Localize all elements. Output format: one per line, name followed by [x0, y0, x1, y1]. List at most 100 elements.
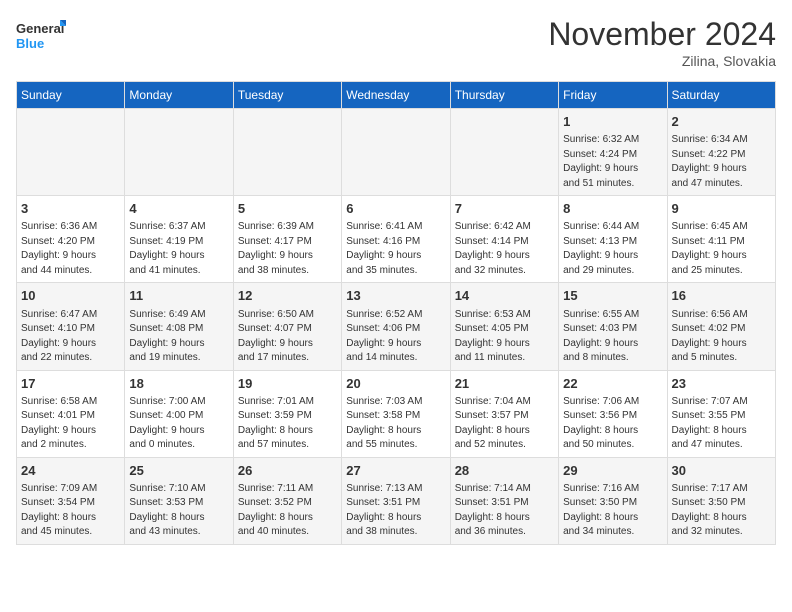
day-info: Sunrise: 7:01 AMSunset: 3:59 PMDaylight:…	[238, 395, 337, 453]
day-number: 1	[563, 113, 662, 131]
calendar-cell	[233, 109, 341, 196]
day-number: 14	[455, 287, 554, 305]
calendar-cell: 7 Sunrise: 6:42 AMSunset: 4:14 PMDaylight…	[450, 196, 558, 283]
day-header: Monday	[125, 82, 233, 109]
day-info: Sunrise: 7:16 AMSunset: 3:50 PMDaylight:…	[563, 482, 662, 540]
calendar-cell	[17, 109, 125, 196]
day-header: Thursday	[450, 82, 558, 109]
calendar-cell: 15Sunrise: 6:55 AMSunset: 4:03 PMDayligh…	[559, 283, 667, 370]
calendar-cell: 28 Sunrise: 7:14 AMSunset: 3:51 PMDayligh…	[450, 457, 558, 544]
day-info: Sunrise: 6:36 AMSunset: 4:20 PMDaylight:…	[21, 220, 120, 278]
day-number: 6	[346, 200, 445, 218]
calendar-cell: 2 Sunrise: 6:34 AMSunset: 4:22 PMDaylight…	[667, 109, 775, 196]
day-number: 2	[672, 113, 771, 131]
day-info: Sunrise: 7:07 AMSunset: 3:55 PMDaylight:…	[672, 395, 771, 453]
day-info: Sunrise: 6:44 AMSunset: 4:13 PMDaylight:…	[563, 220, 662, 278]
calendar-cell: 18 Sunrise: 7:00 AMSunset: 4:00 PMDayligh…	[125, 370, 233, 457]
day-info: Sunrise: 7:03 AMSunset: 3:58 PMDaylight:…	[346, 395, 445, 453]
calendar-cell: 22 Sunrise: 7:06 AMSunset: 3:56 PMDayligh…	[559, 370, 667, 457]
day-number: 7	[455, 200, 554, 218]
day-info: Sunrise: 6:53 AMSunset: 4:05 PMDaylight:…	[455, 308, 554, 366]
day-header: Friday	[559, 82, 667, 109]
svg-text:General: General	[16, 21, 64, 36]
calendar-cell: 27 Sunrise: 7:13 AMSunset: 3:51 PMDayligh…	[342, 457, 450, 544]
day-header: Saturday	[667, 82, 775, 109]
day-info: Sunrise: 6:41 AMSunset: 4:16 PMDaylight:…	[346, 220, 445, 278]
calendar-cell: 29 Sunrise: 7:16 AMSunset: 3:50 PMDayligh…	[559, 457, 667, 544]
calendar-cell: 23 Sunrise: 7:07 AMSunset: 3:55 PMDayligh…	[667, 370, 775, 457]
day-info: Sunrise: 7:11 AMSunset: 3:52 PMDaylight:…	[238, 482, 337, 540]
day-header: Wednesday	[342, 82, 450, 109]
day-number: 27	[346, 462, 445, 480]
day-info: Sunrise: 6:52 AMSunset: 4:06 PMDaylight:…	[346, 308, 445, 366]
day-info: Sunrise: 6:49 AMSunset: 4:08 PMDaylight:…	[129, 308, 228, 366]
day-number: 23	[672, 375, 771, 393]
calendar-table: SundayMondayTuesdayWednesdayThursdayFrid…	[16, 81, 776, 545]
day-number: 30	[672, 462, 771, 480]
day-info: Sunrise: 6:56 AMSunset: 4:02 PMDaylight:…	[672, 308, 771, 366]
day-number: 29	[563, 462, 662, 480]
calendar-cell	[342, 109, 450, 196]
calendar-cell	[125, 109, 233, 196]
calendar-cell: 30 Sunrise: 7:17 AMSunset: 3:50 PMDayligh…	[667, 457, 775, 544]
day-info: Sunrise: 6:32 AMSunset: 4:24 PMDaylight:…	[563, 133, 662, 191]
day-number: 3	[21, 200, 120, 218]
day-info: Sunrise: 7:10 AMSunset: 3:53 PMDaylight:…	[129, 482, 228, 540]
day-number: 26	[238, 462, 337, 480]
day-number: 25	[129, 462, 228, 480]
calendar-cell: 5 Sunrise: 6:39 AMSunset: 4:17 PMDaylight…	[233, 196, 341, 283]
calendar-cell: 24Sunrise: 7:09 AMSunset: 3:54 PMDayligh…	[17, 457, 125, 544]
calendar-cell: 25 Sunrise: 7:10 AMSunset: 3:53 PMDayligh…	[125, 457, 233, 544]
day-info: Sunrise: 6:34 AMSunset: 4:22 PMDaylight:…	[672, 133, 771, 191]
calendar-cell: 13 Sunrise: 6:52 AMSunset: 4:06 PMDayligh…	[342, 283, 450, 370]
day-number: 17	[21, 375, 120, 393]
title-block: November 2024 Zilina, Slovakia	[548, 16, 776, 69]
day-number: 10	[21, 287, 120, 305]
day-header: Tuesday	[233, 82, 341, 109]
day-number: 19	[238, 375, 337, 393]
month-title: November 2024	[548, 16, 776, 53]
day-number: 20	[346, 375, 445, 393]
logo: General Blue	[16, 16, 66, 56]
day-info: Sunrise: 7:06 AMSunset: 3:56 PMDaylight:…	[563, 395, 662, 453]
day-number: 11	[129, 287, 228, 305]
day-number: 13	[346, 287, 445, 305]
day-number: 28	[455, 462, 554, 480]
calendar-cell: 9Sunrise: 6:45 AMSunset: 4:11 PMDaylight…	[667, 196, 775, 283]
day-number: 18	[129, 375, 228, 393]
calendar-cell: 14 Sunrise: 6:53 AMSunset: 4:05 PMDayligh…	[450, 283, 558, 370]
calendar-cell: 4 Sunrise: 6:37 AMSunset: 4:19 PMDaylight…	[125, 196, 233, 283]
day-number: 21	[455, 375, 554, 393]
day-number: 9	[672, 200, 771, 218]
day-info: Sunrise: 7:14 AMSunset: 3:51 PMDaylight:…	[455, 482, 554, 540]
day-info: Sunrise: 6:42 AMSunset: 4:14 PMDaylight:…	[455, 220, 554, 278]
day-number: 8	[563, 200, 662, 218]
day-info: Sunrise: 7:17 AMSunset: 3:50 PMDaylight:…	[672, 482, 771, 540]
day-info: Sunrise: 7:13 AMSunset: 3:51 PMDaylight:…	[346, 482, 445, 540]
day-info: Sunrise: 6:39 AMSunset: 4:17 PMDaylight:…	[238, 220, 337, 278]
calendar-cell: 17 Sunrise: 6:58 AMSunset: 4:01 PMDayligh…	[17, 370, 125, 457]
calendar-cell: 1 Sunrise: 6:32 AMSunset: 4:24 PMDaylight…	[559, 109, 667, 196]
day-info: Sunrise: 7:00 AMSunset: 4:00 PMDaylight:…	[129, 395, 228, 453]
day-info: Sunrise: 6:37 AMSunset: 4:19 PMDaylight:…	[129, 220, 228, 278]
day-number: 16	[672, 287, 771, 305]
day-number: 22	[563, 375, 662, 393]
calendar-cell: 20 Sunrise: 7:03 AMSunset: 3:58 PMDayligh…	[342, 370, 450, 457]
day-number: 15	[563, 287, 662, 305]
calendar-cell: 6 Sunrise: 6:41 AMSunset: 4:16 PMDaylight…	[342, 196, 450, 283]
day-info: Sunrise: 6:58 AMSunset: 4:01 PMDaylight:…	[21, 395, 120, 453]
calendar-cell: 10Sunrise: 6:47 AMSunset: 4:10 PMDayligh…	[17, 283, 125, 370]
calendar-cell: 19 Sunrise: 7:01 AMSunset: 3:59 PMDayligh…	[233, 370, 341, 457]
day-number: 5	[238, 200, 337, 218]
calendar-cell: 11 Sunrise: 6:49 AMSunset: 4:08 PMDayligh…	[125, 283, 233, 370]
calendar-cell: 3 Sunrise: 6:36 AMSunset: 4:20 PMDaylight…	[17, 196, 125, 283]
svg-text:Blue: Blue	[16, 36, 44, 51]
calendar-cell: 8 Sunrise: 6:44 AMSunset: 4:13 PMDaylight…	[559, 196, 667, 283]
location: Zilina, Slovakia	[548, 53, 776, 69]
day-info: Sunrise: 7:04 AMSunset: 3:57 PMDaylight:…	[455, 395, 554, 453]
day-number: 4	[129, 200, 228, 218]
page-header: General Blue November 2024 Zilina, Slova…	[16, 16, 776, 69]
logo-svg: General Blue	[16, 16, 66, 56]
calendar-cell: 12Sunrise: 6:50 AMSunset: 4:07 PMDayligh…	[233, 283, 341, 370]
day-number: 12	[238, 287, 337, 305]
